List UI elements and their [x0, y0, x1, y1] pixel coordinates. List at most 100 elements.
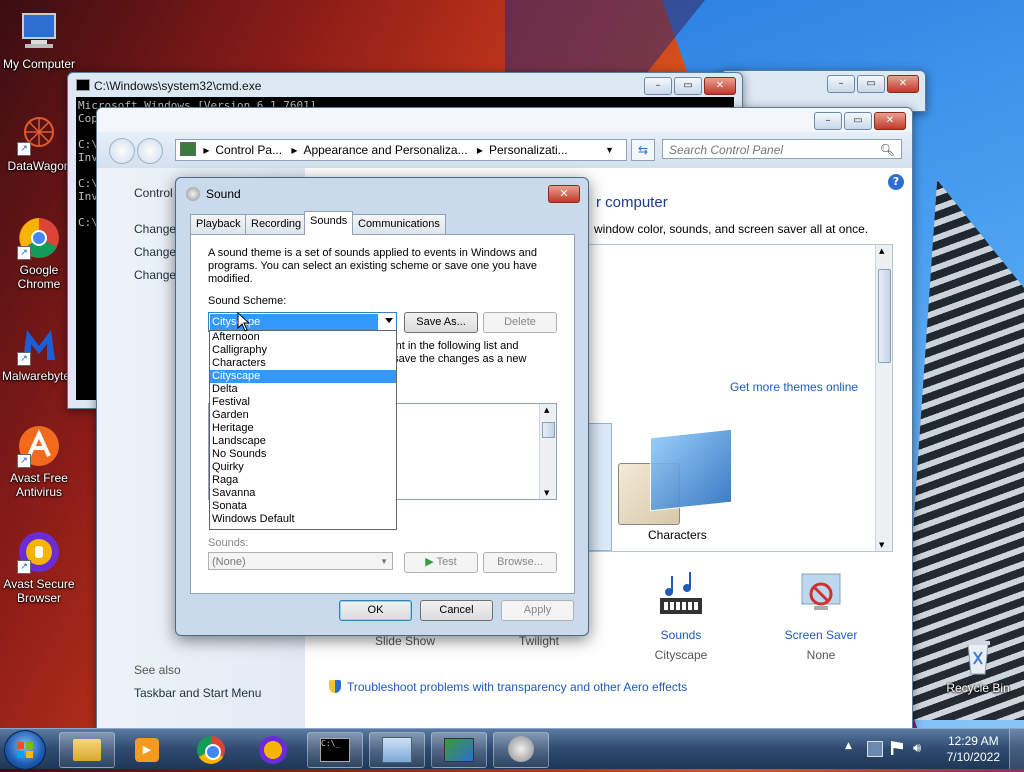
taskbar-avast-browser[interactable]	[245, 732, 301, 768]
tab-recording[interactable]: Recording	[245, 214, 308, 234]
scroll-down-button[interactable]: ▼	[544, 489, 549, 497]
get-more-themes-link[interactable]: Get more themes online	[730, 380, 858, 394]
tray-show-hidden-icon[interactable]: ▲	[845, 741, 852, 751]
close-button[interactable]: ✕	[874, 112, 906, 130]
theme-item-characters[interactable]: Characters	[614, 423, 736, 548]
minimize-button[interactable]: –	[827, 75, 855, 93]
scheme-option[interactable]: Garden	[210, 409, 396, 422]
taskbar-sound[interactable]	[493, 732, 549, 768]
maximize-button[interactable]: ▭	[674, 77, 702, 95]
network-icon[interactable]	[867, 741, 883, 757]
volume-icon[interactable]: 🔊︎	[913, 741, 921, 756]
taskbar-media-player[interactable]: ▶	[119, 732, 175, 768]
start-button[interactable]	[4, 730, 46, 770]
desktop-background-setting[interactable]: Slide Show	[355, 634, 455, 648]
close-button[interactable]: ✕	[887, 75, 919, 93]
scheme-option[interactable]: Heritage	[210, 422, 396, 435]
screen-saver-setting[interactable]: Screen Saver None	[771, 570, 871, 662]
address-bar[interactable]: ▸ Control Pa... ▸ Appearance and Personali…	[175, 139, 627, 161]
desktop-icon-recycle-bin[interactable]: Recycle Bin	[936, 634, 1020, 695]
breadcrumb-item[interactable]: Appearance and Personaliza...	[303, 143, 467, 157]
scheme-option[interactable]: Calligraphy	[210, 344, 396, 357]
forward-button[interactable]	[137, 138, 163, 164]
chrome-icon	[197, 736, 225, 764]
minimize-button[interactable]: –	[644, 77, 672, 95]
taskbar-control-panel[interactable]	[369, 732, 425, 768]
bottom-label: None	[806, 648, 836, 662]
ok-button[interactable]: OK	[339, 600, 412, 621]
window-color-setting[interactable]: Twilight	[489, 634, 589, 648]
troubleshoot-link[interactable]: Troubleshoot problems with transparency …	[329, 680, 687, 694]
events-description-line: vent in the following list and	[384, 340, 519, 352]
scheme-option[interactable]: Cityscape	[210, 370, 396, 383]
desktop-icon-avast-browser[interactable]: ↗ Avast Secure Browser	[0, 530, 78, 605]
speaker-icon	[508, 736, 534, 762]
scheme-option[interactable]: Savanna	[210, 487, 396, 500]
scheme-option[interactable]: Landscape	[210, 435, 396, 448]
theme-item-selected[interactable]	[588, 423, 612, 551]
help-icon[interactable]: ?	[888, 174, 904, 190]
taskbar-cmd[interactable]: C:\_	[307, 732, 363, 768]
bottom-link[interactable]: Screen Saver	[771, 628, 871, 642]
events-scrollbar[interactable]: ▲ ▼	[539, 404, 556, 499]
scheme-option[interactable]: Quirky	[210, 461, 396, 474]
left-link-change[interactable]: Change	[134, 245, 176, 259]
chevron-down-icon[interactable]	[385, 318, 393, 323]
left-link-change[interactable]: Change	[134, 268, 176, 282]
scheme-option[interactable]: Delta	[210, 383, 396, 396]
taskbar-personalization[interactable]	[431, 732, 487, 768]
tab-playback[interactable]: Playback	[190, 214, 247, 234]
maximize-button[interactable]: ▭	[857, 75, 885, 93]
scroll-up-button[interactable]: ▲	[544, 406, 549, 414]
desktop-icon-my-computer[interactable]: My Computer	[0, 10, 78, 71]
show-desktop-button[interactable]	[1009, 729, 1024, 769]
dialog-title: Sound	[206, 187, 241, 201]
save-as-button[interactable]: Save As...	[404, 312, 478, 333]
back-button[interactable]	[109, 138, 135, 164]
bottom-link[interactable]: Sounds	[631, 628, 731, 642]
scroll-up-button[interactable]: ▲	[879, 247, 884, 255]
scheme-option[interactable]: No Sounds	[210, 448, 396, 461]
minimize-button[interactable]: –	[814, 112, 842, 130]
left-link-control-panel-home[interactable]: Control	[134, 186, 173, 200]
apply-button[interactable]: Apply	[501, 600, 574, 621]
breadcrumb-item[interactable]: Personalizati...	[489, 143, 568, 157]
system-clock[interactable]: 12:29 AM 7/10/2022	[947, 733, 1000, 765]
close-button[interactable]: ✕	[548, 185, 580, 203]
close-button[interactable]: ✕	[704, 77, 736, 95]
browse-button[interactable]: Browse...	[483, 552, 557, 573]
breadcrumb-item[interactable]: Control Pa...	[215, 143, 282, 157]
maximize-button[interactable]: ▭	[844, 112, 872, 130]
action-center-flag-icon[interactable]	[891, 741, 903, 755]
refresh-button[interactable]: ⇆	[631, 139, 655, 161]
chevron-down-icon[interactable]: ▼	[605, 140, 614, 160]
search-placeholder: Search Control Panel	[669, 143, 784, 157]
search-input[interactable]: Search Control Panel 🔍︎	[662, 139, 902, 159]
delete-button[interactable]: Delete	[483, 312, 557, 333]
page-title: r computer	[596, 194, 668, 211]
scheme-option[interactable]: Characters	[210, 357, 396, 370]
sounds-setting[interactable]: Sounds Cityscape	[631, 570, 731, 662]
scheme-option[interactable]: Windows Default	[210, 513, 396, 526]
taskbar-chrome[interactable]	[183, 732, 239, 768]
scroll-down-button[interactable]: ▼	[879, 541, 884, 549]
test-button[interactable]: ▶ Test	[404, 552, 478, 573]
scheme-option[interactable]: Festival	[210, 396, 396, 409]
sounds-select[interactable]: (None) ▼	[208, 552, 393, 570]
cancel-button[interactable]: Cancel	[420, 600, 493, 621]
sound-scheme-options[interactable]: Afternoon Calligraphy Characters Citysca…	[209, 330, 397, 530]
background-window[interactable]: – ▭ ✕	[720, 70, 926, 112]
tab-sounds[interactable]: Sounds	[304, 211, 354, 235]
desktop-icon-label: Avast Free Antivirus	[10, 471, 68, 499]
scroll-thumb[interactable]	[542, 422, 555, 438]
scroll-thumb[interactable]	[878, 269, 891, 363]
left-link-change[interactable]: Change	[134, 222, 176, 236]
see-also-taskbar-link[interactable]: Taskbar and Start Menu	[134, 686, 261, 700]
taskbar-explorer[interactable]	[59, 732, 115, 768]
tab-communications[interactable]: Communications	[352, 214, 446, 234]
desktop-icon-avast-antivirus[interactable]: ↗ Avast Free Antivirus	[0, 424, 78, 499]
scheme-option[interactable]: Sonata	[210, 500, 396, 513]
search-icon[interactable]: 🔍︎	[880, 140, 895, 160]
scheme-option[interactable]: Raga	[210, 474, 396, 487]
theme-list-scrollbar[interactable]: ▲ ▼	[875, 245, 892, 551]
